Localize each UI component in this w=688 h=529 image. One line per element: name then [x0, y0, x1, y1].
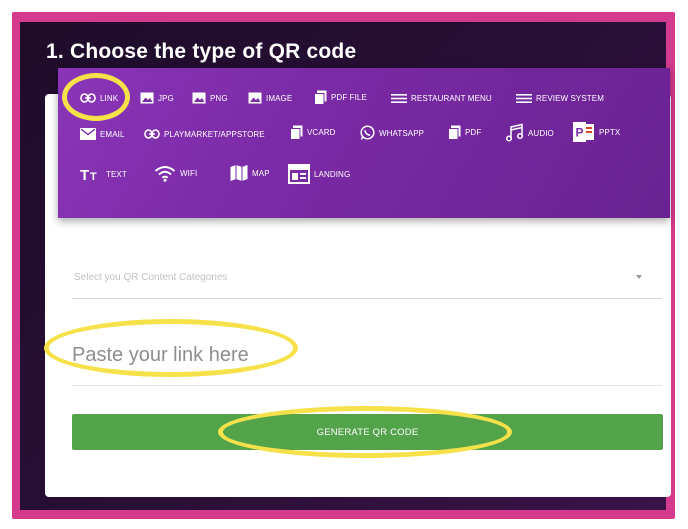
- qr-type-pptx[interactable]: P PPTX: [573, 122, 620, 142]
- qr-type-review-system[interactable]: REVIEW SYSTEM: [516, 94, 604, 103]
- mail-icon: [80, 128, 96, 140]
- qr-type-label: AUDIO: [528, 128, 554, 138]
- qr-type-landing[interactable]: LANDING: [288, 164, 350, 184]
- category-select[interactable]: Select you QR Content Categories: [72, 264, 662, 299]
- file-icon: [290, 125, 303, 140]
- qr-type-jpg[interactable]: JPG: [140, 92, 174, 104]
- link-icon: [144, 129, 160, 139]
- qr-type-label: JPG: [158, 93, 174, 103]
- page-title: 1. Choose the type of QR code: [46, 40, 357, 63]
- qr-type-label: TEXT: [106, 169, 127, 179]
- qr-type-link[interactable]: LINK: [80, 93, 118, 103]
- file-icon: [448, 125, 461, 140]
- wifi-icon: [154, 165, 176, 182]
- landing-icon: [288, 164, 310, 184]
- text-icon: TT: [80, 167, 102, 181]
- qr-type-png[interactable]: PNG: [192, 92, 228, 104]
- qr-type-label: EMAIL: [100, 129, 125, 139]
- qr-type-label: LINK: [100, 93, 119, 103]
- qr-type-map[interactable]: MAP: [230, 164, 270, 182]
- file-icon: [314, 90, 327, 105]
- image-icon: [248, 92, 262, 104]
- qr-type-label: WHATSAPP: [379, 128, 425, 138]
- link-input[interactable]: [72, 326, 662, 386]
- map-icon: [230, 164, 248, 182]
- whatsapp-icon: [359, 125, 375, 141]
- qr-type-image[interactable]: IMAGE: [248, 92, 292, 104]
- qr-type-audio[interactable]: AUDIO: [506, 123, 554, 143]
- qr-type-label: VCARD: [307, 128, 336, 137]
- qr-type-label: IMAGE: [266, 93, 293, 103]
- image-icon: [192, 92, 206, 104]
- image-icon: [140, 92, 154, 104]
- qr-type-label: PDF FILE: [331, 93, 367, 102]
- qr-type-playmarket-appstore[interactable]: PLAYMARKET/APPSTORE: [144, 129, 265, 139]
- qr-type-label: PPTX: [599, 127, 621, 137]
- qr-type-wifi[interactable]: WIFI: [154, 165, 197, 182]
- qr-type-label: WIFI: [180, 169, 198, 178]
- qr-type-menu: LINK JPG PNG IMAGE PDF FILE RESTAURANT M…: [58, 68, 670, 218]
- generate-qr-button[interactable]: GENERATE QR CODE: [72, 414, 663, 450]
- qr-type-pdf-file[interactable]: PDF FILE: [314, 90, 367, 105]
- qr-type-email[interactable]: EMAIL: [80, 128, 125, 140]
- category-select-placeholder: Select you QR Content Categories: [74, 272, 228, 283]
- powerpoint-icon: P: [573, 122, 595, 142]
- menu-icon: [391, 94, 407, 103]
- qr-type-label: LANDING: [314, 169, 351, 179]
- chevron-down-icon: [636, 275, 642, 279]
- music-icon: [506, 123, 524, 143]
- qr-type-label: PLAYMARKET/APPSTORE: [164, 129, 265, 139]
- qr-type-whatsapp[interactable]: WHATSAPP: [359, 125, 424, 141]
- qr-type-restaurant-menu[interactable]: RESTAURANT MENU: [391, 94, 492, 103]
- menu-icon: [516, 94, 532, 103]
- qr-type-pdf[interactable]: PDF: [448, 125, 481, 140]
- qr-type-label: PNG: [210, 93, 228, 103]
- qr-type-label: REVIEW SYSTEM: [536, 94, 604, 103]
- svg-text:P: P: [575, 126, 583, 140]
- qr-type-text[interactable]: TT TEXT: [80, 167, 127, 181]
- svg-text:T: T: [80, 167, 89, 181]
- link-icon: [80, 93, 96, 103]
- qr-type-label: PDF: [465, 128, 482, 137]
- svg-text:T: T: [90, 171, 97, 181]
- qr-type-label: MAP: [252, 168, 270, 178]
- qr-type-label: RESTAURANT MENU: [411, 94, 492, 103]
- qr-type-vcard[interactable]: VCARD: [290, 125, 336, 140]
